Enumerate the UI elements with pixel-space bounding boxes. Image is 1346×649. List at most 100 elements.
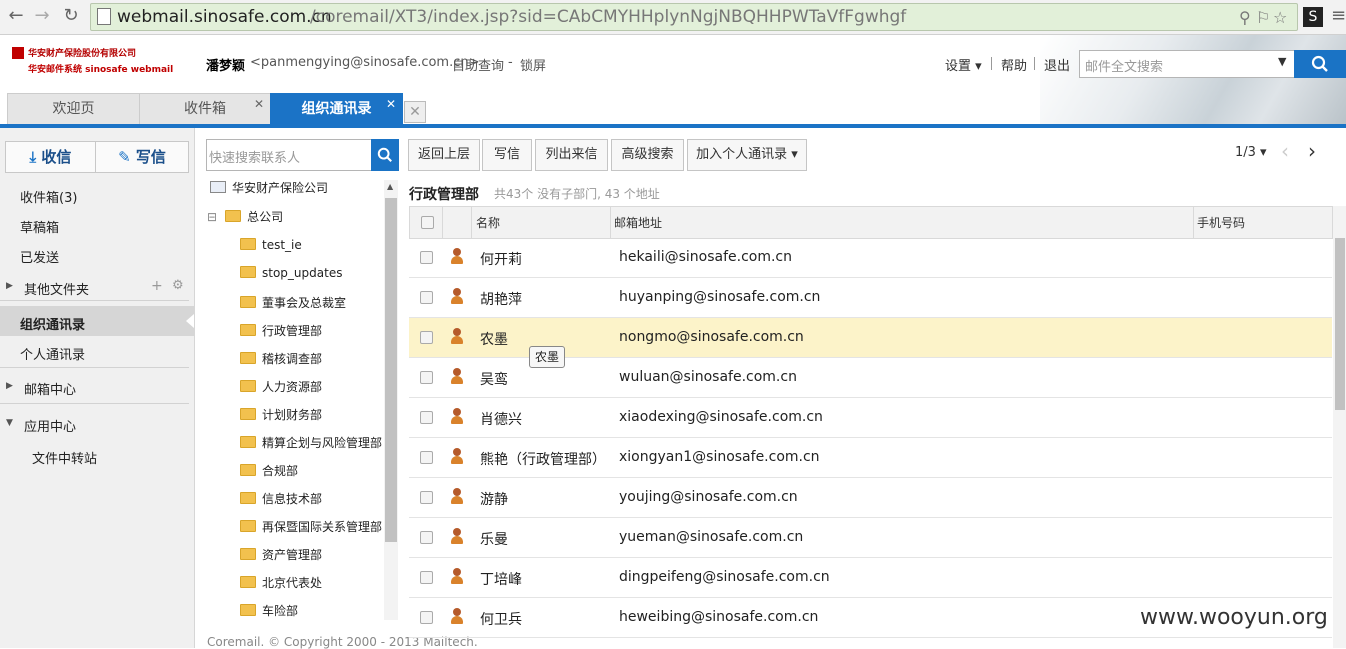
row-checkbox[interactable] — [420, 251, 433, 264]
tree-folder-item[interactable]: 合规部 — [240, 462, 298, 479]
contact-email[interactable]: youjing@sinosafe.com.cn — [619, 489, 798, 505]
column-header-phone[interactable]: 手机号码 — [1197, 214, 1245, 231]
close-icon[interactable]: ✕ — [386, 97, 396, 111]
table-row[interactable]: 丁培峰 dingpeifeng@sinosafe.com.cn — [409, 558, 1332, 598]
list-scrollbar-thumb[interactable] — [1335, 238, 1345, 410]
next-page-icon[interactable]: › — [1308, 139, 1316, 163]
tree-folder-item[interactable]: 稽核调查部 — [240, 350, 322, 367]
back-icon[interactable]: ← — [5, 5, 27, 27]
sidebar-item-org-contacts[interactable]: 组织通讯录 — [20, 314, 85, 333]
tree-folder-item[interactable]: 资产管理部 — [240, 546, 322, 563]
back-to-parent-button[interactable]: 返回上层 — [408, 139, 480, 171]
self-query-link[interactable]: 自助查询 — [452, 55, 504, 74]
sidebar-item-app-center[interactable]: 应用中心 — [24, 416, 76, 435]
tree-folder-item[interactable]: 车险部 — [240, 602, 298, 619]
contact-email[interactable]: huyanping@sinosafe.com.cn — [619, 289, 820, 305]
table-row[interactable]: 游静 youjing@sinosafe.com.cn — [409, 478, 1332, 518]
column-header-name[interactable]: 名称 — [476, 214, 500, 231]
tree-folder-item[interactable]: 精算企划与风险管理部 — [240, 434, 382, 451]
row-checkbox[interactable] — [420, 451, 433, 464]
write-button[interactable]: 写信 — [482, 139, 532, 171]
contact-name[interactable]: 何卫兵 — [480, 609, 522, 629]
tab-org-contacts[interactable]: 组织通讯录 — [270, 93, 403, 125]
contact-search-input[interactable]: 快速搜索联系人 — [206, 139, 372, 171]
reload-icon[interactable]: ↻ — [60, 5, 82, 27]
expand-arrow-icon[interactable]: ▶ — [6, 381, 13, 391]
table-row[interactable]: 胡艳萍 huyanping@sinosafe.com.cn — [409, 278, 1332, 318]
prev-page-icon[interactable]: ‹ — [1281, 139, 1289, 163]
column-header-email[interactable]: 邮箱地址 — [614, 214, 662, 231]
contact-email[interactable]: heweibing@sinosafe.com.cn — [619, 609, 818, 625]
row-checkbox[interactable] — [420, 611, 433, 624]
collapse-arrow-icon[interactable]: ▼ — [6, 418, 13, 428]
add-to-personal-contacts-button[interactable]: 加入个人通讯录 ▾ — [687, 139, 807, 171]
contact-name[interactable]: 吴鸾 — [480, 369, 508, 389]
star-icon[interactable]: ☆ — [1273, 8, 1287, 27]
settings-menu[interactable]: 设置 ▾ — [945, 55, 982, 74]
table-row[interactable]: 熊艳（行政管理部） xiongyan1@sinosafe.com.cn — [409, 438, 1332, 478]
contact-name[interactable]: 游静 — [480, 489, 508, 509]
add-folder-icon[interactable]: + — [151, 278, 163, 294]
table-row[interactable]: 何开莉 hekaili@sinosafe.com.cn — [409, 238, 1332, 278]
row-checkbox[interactable] — [420, 491, 433, 504]
extension-icon[interactable]: S — [1303, 7, 1323, 27]
help-link[interactable]: 帮助 — [1001, 55, 1027, 74]
sidebar-item-file-transfer[interactable]: 文件中转站 — [32, 448, 97, 467]
compose-button[interactable]: ✎ 写信 — [95, 141, 189, 173]
row-checkbox[interactable] — [420, 571, 433, 584]
table-row[interactable]: 肖德兴 xiaodexing@sinosafe.com.cn — [409, 398, 1332, 438]
lock-screen-link[interactable]: 锁屏 — [520, 55, 546, 74]
row-checkbox[interactable] — [420, 371, 433, 384]
address-bar[interactable]: webmail.sinosafe.com.cn /coremail/XT3/in… — [90, 3, 1298, 31]
sidebar-item-mail-center[interactable]: 邮箱中心 — [24, 379, 76, 398]
menu-icon[interactable]: ≡ — [1331, 5, 1346, 26]
contact-email[interactable]: dingpeifeng@sinosafe.com.cn — [619, 569, 830, 585]
expand-arrow-icon[interactable]: ▶ — [6, 281, 13, 291]
close-icon[interactable]: ✕ — [254, 97, 264, 111]
sidebar-item-drafts[interactable]: 草稿箱 — [20, 217, 59, 236]
logout-link[interactable]: 退出 — [1044, 55, 1070, 74]
contact-email[interactable]: hekaili@sinosafe.com.cn — [619, 249, 792, 265]
tree-folder-item[interactable]: 行政管理部 — [240, 322, 322, 339]
contact-email[interactable]: xiaodexing@sinosafe.com.cn — [619, 409, 823, 425]
page-selector[interactable]: 1/3 ▾ — [1235, 145, 1267, 160]
contact-name[interactable]: 乐曼 — [480, 529, 508, 549]
forward-icon[interactable]: → — [31, 5, 53, 27]
advanced-search-button[interactable]: 高级搜索 — [611, 139, 684, 171]
tree-folder-item[interactable]: 计划财务部 — [240, 406, 322, 423]
tree-scrollbar-thumb[interactable] — [385, 198, 397, 542]
contact-name[interactable]: 胡艳萍 — [480, 289, 522, 309]
tree-root-node[interactable]: 华安财产保险公司 — [210, 179, 328, 196]
contact-name[interactable]: 丁培峰 — [480, 569, 522, 589]
contact-name[interactable]: 农墨 — [480, 329, 508, 349]
contact-email[interactable]: nongmo@sinosafe.com.cn — [619, 329, 804, 345]
select-all-checkbox[interactable] — [421, 216, 434, 229]
chevron-down-icon[interactable]: ▼ — [1278, 55, 1286, 68]
mic-icon[interactable]: ⚐ — [1256, 8, 1270, 27]
collapse-tree-icon[interactable]: ⊟ — [207, 210, 217, 224]
tree-folder-item[interactable]: test_ie — [240, 238, 302, 252]
mail-search-input[interactable]: 邮件全文搜索 ▼ — [1079, 50, 1295, 78]
tree-branch-node[interactable]: ⊟ 总公司 — [207, 208, 283, 225]
contact-search-button[interactable] — [371, 139, 399, 171]
row-checkbox[interactable] — [420, 331, 433, 344]
contact-email[interactable]: wuluan@sinosafe.com.cn — [619, 369, 797, 385]
tree-folder-item[interactable]: stop_updates — [240, 266, 342, 280]
search-button[interactable] — [1294, 50, 1346, 78]
contact-email[interactable]: yueman@sinosafe.com.cn — [619, 529, 803, 545]
tab-welcome[interactable]: 欢迎页 — [7, 93, 140, 125]
sidebar-item-other-folders[interactable]: 其他文件夹 — [24, 279, 89, 298]
tab-inbox[interactable]: 收件箱 — [139, 93, 271, 125]
sidebar-item-inbox[interactable]: 收件箱(3) — [20, 187, 77, 206]
row-checkbox[interactable] — [420, 411, 433, 424]
contact-email[interactable]: xiongyan1@sinosafe.com.cn — [619, 449, 820, 465]
contact-name[interactable]: 肖德兴 — [480, 409, 522, 429]
tree-folder-item[interactable]: 信息技术部 — [240, 490, 322, 507]
contact-name[interactable]: 何开莉 — [480, 249, 522, 269]
tree-folder-item[interactable]: 北京代表处 — [240, 574, 322, 591]
tree-folder-item[interactable]: 董事会及总裁室 — [240, 294, 346, 311]
tree-folder-item[interactable]: 再保暨国际关系管理部 — [240, 518, 382, 535]
contact-name[interactable]: 熊艳（行政管理部） — [480, 449, 606, 469]
row-checkbox[interactable] — [420, 291, 433, 304]
key-icon[interactable]: ⚲ — [1239, 8, 1251, 27]
